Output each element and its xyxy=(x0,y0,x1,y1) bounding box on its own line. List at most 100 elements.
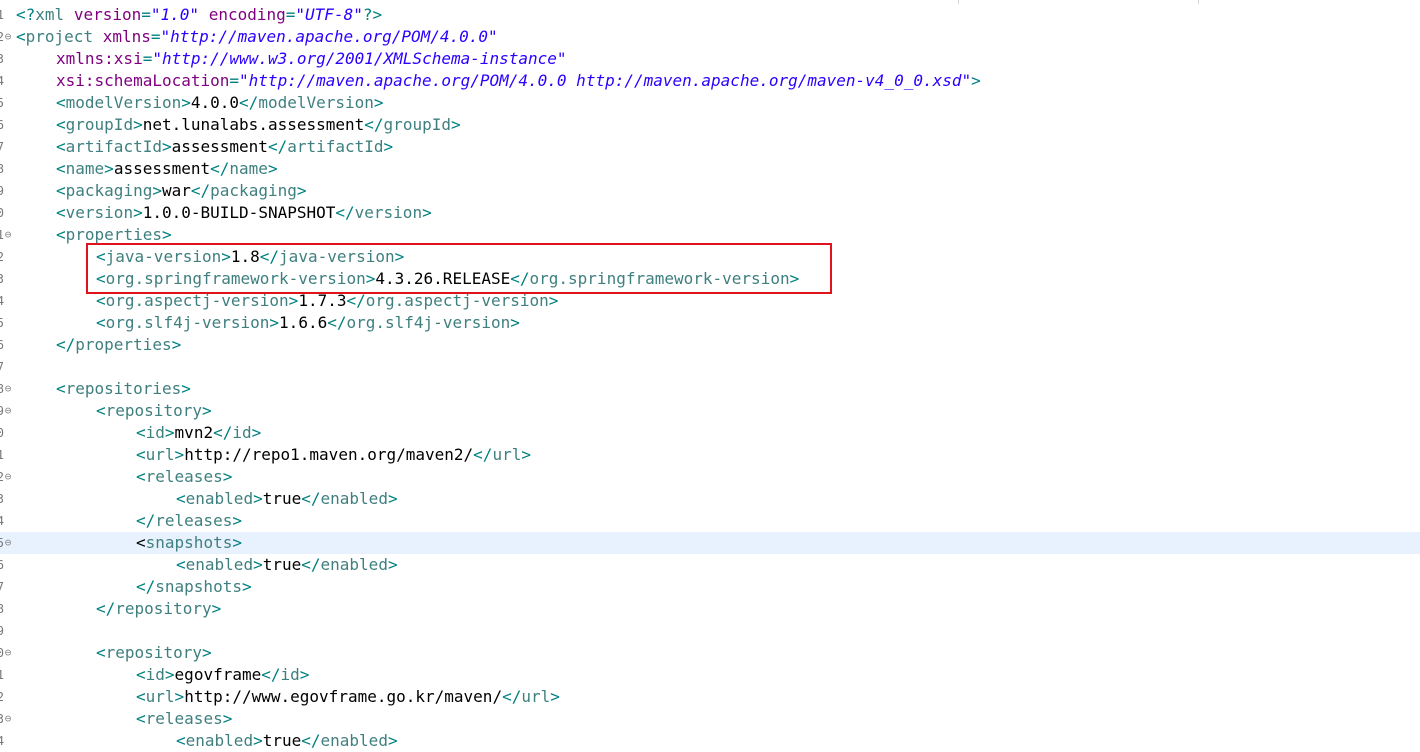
code-text: xsi:schemaLocation="http://maven.apache.… xyxy=(56,70,981,92)
xml-text: http://repo1.maven.org/maven2/ xyxy=(184,445,474,464)
xml-tag-name: artifactId xyxy=(287,137,384,156)
code-line[interactable]: 5 <org.slf4j-version>1.6.6</org.slf4j-ver… xyxy=(0,312,1420,334)
fold-minus-icon[interactable]: ⊖ xyxy=(2,378,14,400)
xml-tag-name: enabled xyxy=(185,731,254,750)
xml-text: true xyxy=(262,731,302,750)
xml-bracket: </ xyxy=(301,489,321,508)
xml-text: 4.3.26.RELEASE xyxy=(375,269,511,288)
code-line[interactable]: 2 <url>http://www.egovframe.go.kr/maven/<… xyxy=(0,686,1420,708)
code-line[interactable]: 8 </repository> xyxy=(0,598,1420,620)
code-line[interactable]: 4 </releases> xyxy=(0,510,1420,532)
code-line[interactable]: 9 ⊖ <repository> xyxy=(0,400,1420,422)
xml-bracket: < xyxy=(176,489,186,508)
code-line[interactable]: 2 ⊖ <releases> xyxy=(0,466,1420,488)
xml-bracket: < xyxy=(136,709,146,728)
code-line[interactable]: 8 <name>assessment</name> xyxy=(0,158,1420,180)
code-text: <java-version>1.8</java-version> xyxy=(96,246,404,268)
xml-tag-name: id xyxy=(145,423,165,442)
code-text: <project xmlns="http://maven.apache.org/… xyxy=(16,26,498,48)
xml-text: assessment xyxy=(171,137,268,156)
xml-tag-name: artifactId xyxy=(65,137,162,156)
xml-bracket: </ xyxy=(190,181,211,200)
xml-tag-name: java-version xyxy=(105,247,222,266)
code-line[interactable]: 1 ⊖ <properties> xyxy=(0,224,1420,246)
xml-text: 1.8 xyxy=(230,247,260,266)
xml-tag-name: org.slf4j-version xyxy=(346,313,511,332)
code-line[interactable]: 4 xsi:schemaLocation="http://maven.apache… xyxy=(0,70,1420,92)
xml-tag-name: properties xyxy=(75,335,172,354)
code-line[interactable]: 6 <groupId>net.lunalabs.assessment</group… xyxy=(0,114,1420,136)
xml-text: true xyxy=(262,555,302,574)
fold-minus-icon[interactable]: ⊖ xyxy=(2,466,14,488)
line-number: 6 xyxy=(0,338,4,352)
fold-minus-icon[interactable]: ⊖ xyxy=(2,708,14,730)
xml-editor[interactable]: 1 <?xml version="1.0" encoding="UTF-8"?> 2… xyxy=(0,4,1420,750)
line-number: 4 xyxy=(0,74,4,88)
code-line[interactable]: 8 ⊖ <repositories> xyxy=(0,378,1420,400)
xml-attribute: xmlns xyxy=(102,27,151,46)
code-line[interactable]: 7 <artifactId>assessment</artifactId> xyxy=(0,136,1420,158)
code-line[interactable]: 3 <enabled>true</enabled> xyxy=(0,488,1420,510)
code-text: <releases> xyxy=(136,466,232,488)
code-line-current[interactable]: 5 ⊖ <snapshots> xyxy=(0,532,1420,554)
xml-bracket: > xyxy=(387,489,398,508)
fold-minus-icon[interactable]: ⊖ xyxy=(2,532,14,554)
code-line[interactable]: 0 <id>mvn2</id> xyxy=(0,422,1420,444)
line-number: 4 xyxy=(0,734,4,748)
xml-bracket: > xyxy=(161,137,172,156)
code-text: <id>mvn2</id> xyxy=(136,422,261,444)
code-line[interactable]: 5 <modelVersion>4.0.0</modelVersion> xyxy=(0,92,1420,114)
code-text: <repositories> xyxy=(56,378,191,400)
code-line[interactable]: 9 xyxy=(0,620,1420,642)
code-line[interactable]: 9 <packaging>war</packaging> xyxy=(0,180,1420,202)
line-number: 5 xyxy=(0,316,4,330)
xml-bracket: > xyxy=(394,247,405,266)
code-line[interactable]: 4 <org.aspectj-version>1.7.3</org.aspectj… xyxy=(0,290,1420,312)
xml-tag-name: enabled xyxy=(320,555,388,574)
xml-text: mvn2 xyxy=(174,423,214,442)
line-number: 7 xyxy=(0,140,4,154)
line-number: 1 xyxy=(0,668,4,682)
xml-bracket: < xyxy=(96,269,106,288)
xml-bracket: > xyxy=(211,599,222,618)
code-line[interactable]: 0 ⊖ <repository> xyxy=(0,642,1420,664)
xml-bracket: </ xyxy=(56,335,76,354)
code-line[interactable]: 0 <version>1.0.0-BUILD-SNAPSHOT</version> xyxy=(0,202,1420,224)
code-line[interactable]: 1 <?xml version="1.0" encoding="UTF-8"?> xyxy=(0,4,1420,26)
code-line[interactable]: 3 xmlns:xsi="http://www.w3.org/2001/XMLSc… xyxy=(0,48,1420,70)
xml-bracket: > xyxy=(253,555,263,574)
code-line[interactable]: 6 </properties> xyxy=(0,334,1420,356)
code-line[interactable]: 7 </snapshots> xyxy=(0,576,1420,598)
code-text: </releases> xyxy=(136,510,242,532)
line-number: 7 xyxy=(0,580,4,594)
code-line[interactable]: 1 <id>egovframe</id> xyxy=(0,664,1420,686)
code-line[interactable]: 6 <enabled>true</enabled> xyxy=(0,554,1420,576)
xml-text: 4.0.0 xyxy=(190,93,240,112)
xml-text xyxy=(64,5,74,24)
code-line[interactable]: 7 xyxy=(0,356,1420,378)
code-text: <version>1.0.0-BUILD-SNAPSHOT</version> xyxy=(56,202,432,224)
xml-bracket: > xyxy=(387,731,398,750)
fold-minus-icon[interactable]: ⊖ xyxy=(2,26,14,48)
code-line[interactable]: 1 <url>http://repo1.maven.org/maven2/</ur… xyxy=(0,444,1420,466)
code-text: <name>assessment</name> xyxy=(56,158,278,180)
xml-bracket: > xyxy=(164,665,175,684)
xml-text: 1.0.0-BUILD-SNAPSHOT xyxy=(142,203,336,222)
code-line[interactable]: 3 ⊖ <releases> xyxy=(0,708,1420,730)
xml-bracket: > xyxy=(222,467,233,486)
code-line[interactable]: 3 <org.springframework-version>4.3.26.REL… xyxy=(0,268,1420,290)
code-line[interactable]: 4 <enabled>true</enabled> xyxy=(0,730,1420,752)
code-line[interactable]: 2 ⊖ <project xmlns="http://maven.apache.or… xyxy=(0,26,1420,48)
xml-tag-name: repository xyxy=(105,401,202,420)
xml-bracket: > xyxy=(174,687,185,706)
xml-bracket: < xyxy=(16,27,26,46)
xml-tag-name: java-version xyxy=(279,247,395,266)
fold-minus-icon[interactable]: ⊖ xyxy=(2,642,14,664)
code-line[interactable]: 2 <java-version>1.8</java-version> xyxy=(0,246,1420,268)
xml-tag-name: properties xyxy=(65,225,162,244)
xml-bracket: </ xyxy=(335,203,355,222)
xml-bracket: </ xyxy=(96,599,116,618)
fold-minus-icon[interactable]: ⊖ xyxy=(2,400,14,422)
fold-minus-icon[interactable]: ⊖ xyxy=(2,224,14,246)
xml-text: 1.6.6 xyxy=(279,313,328,332)
